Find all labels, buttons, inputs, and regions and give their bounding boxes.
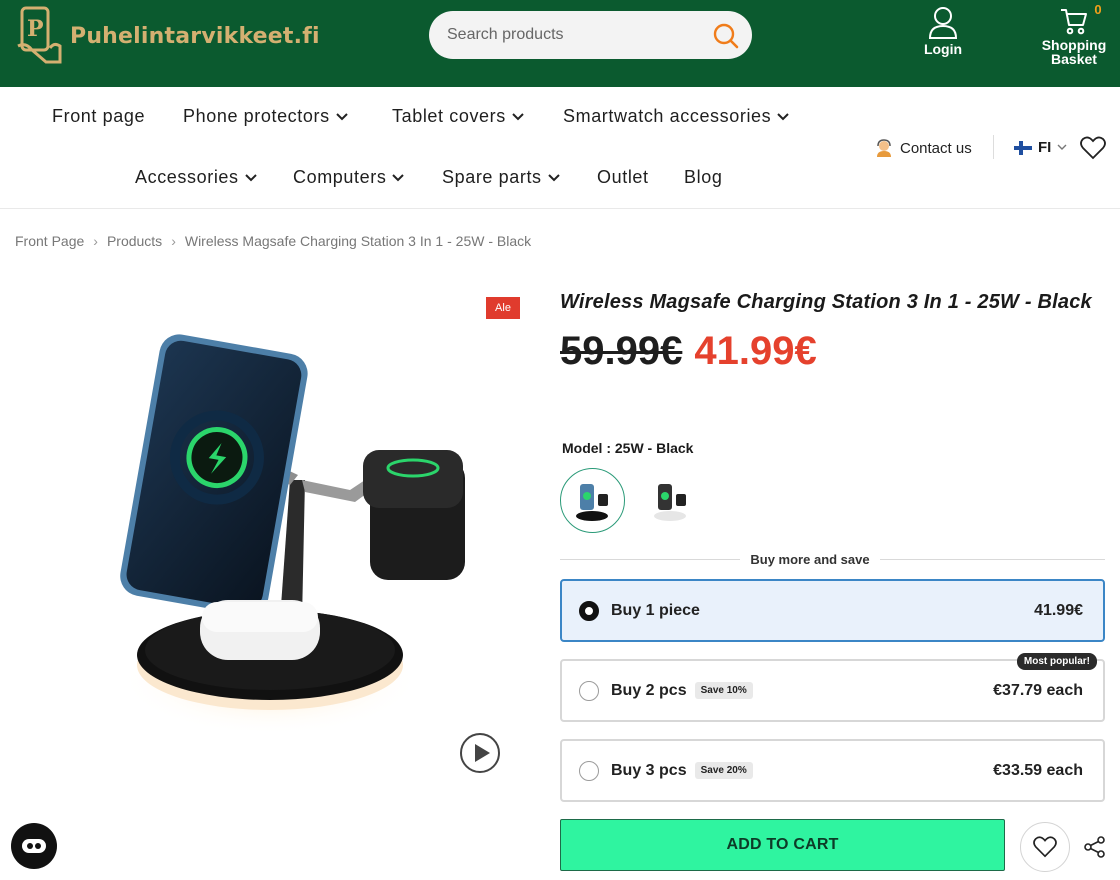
bundle-price: 41.99€ xyxy=(1034,601,1083,619)
login-button[interactable]: Login xyxy=(918,6,968,56)
nav-front-page[interactable]: Front page xyxy=(52,106,145,127)
breadcrumb: Front Page › Products › Wireless Magsafe… xyxy=(15,233,531,249)
radio-button[interactable] xyxy=(579,760,599,781)
nav-label: Smartwatch accessories xyxy=(563,106,772,126)
chevron-down-icon xyxy=(244,173,257,181)
site-logo[interactable]: P Puhelintarvikkeet.fi xyxy=(16,6,320,66)
add-to-cart-button[interactable]: ADD TO CART xyxy=(560,819,1005,871)
basket-label-line2: Basket xyxy=(1051,51,1097,67)
contact-label: Contact us xyxy=(900,139,972,157)
discount-tag: Save 20% xyxy=(694,762,753,779)
model-label: Model : 25W - Black xyxy=(562,440,694,456)
product-thumbnail-white xyxy=(653,483,686,521)
breadcrumb-current: Wireless Magsafe Charging Station 3 In 1… xyxy=(184,233,532,249)
heart-icon[interactable] xyxy=(1080,136,1106,160)
chevron-right-icon: › xyxy=(171,233,176,249)
most-popular-badge: Most popular! xyxy=(1016,653,1097,670)
nav-phone-protectors[interactable]: Phone protectors xyxy=(183,106,348,127)
heart-icon xyxy=(1033,836,1057,858)
chevron-down-icon xyxy=(392,173,405,181)
product-title: Wireless Magsafe Charging Station 3 In 1… xyxy=(560,291,1092,313)
divider xyxy=(993,135,994,159)
buy-more-title: Buy more and save xyxy=(740,552,880,567)
nav-label: Computers xyxy=(293,167,387,187)
buy-more-title-wrap: Buy more and save xyxy=(0,551,1120,569)
chevron-down-icon xyxy=(1057,144,1067,150)
add-to-wishlist-button[interactable] xyxy=(1020,822,1070,872)
nav-smartwatch-accessories[interactable]: Smartwatch accessories xyxy=(563,106,789,127)
search-icon[interactable] xyxy=(712,22,740,50)
sale-badge: Ale xyxy=(486,297,520,319)
share-icon[interactable] xyxy=(1084,836,1106,858)
chat-widget-button[interactable] xyxy=(11,823,57,869)
chevron-right-icon: › xyxy=(93,233,98,249)
cart-icon xyxy=(1061,9,1087,35)
chevron-down-icon xyxy=(547,173,560,181)
nav-label: Spare parts xyxy=(442,167,542,187)
radio-button[interactable] xyxy=(579,600,599,621)
bundle-label: Buy 3 pcs xyxy=(611,761,687,779)
nav-spare-parts[interactable]: Spare parts xyxy=(442,167,560,188)
radio-button[interactable] xyxy=(579,680,599,701)
nav-accessories[interactable]: Accessories xyxy=(135,167,257,188)
login-label: Login xyxy=(923,41,963,57)
nav-computers[interactable]: Computers xyxy=(293,167,405,188)
nav-label: Front page xyxy=(52,106,146,126)
nav-label: Phone protectors xyxy=(183,106,330,126)
shopping-basket-button[interactable]: Shopping Basket 0 xyxy=(1040,0,1108,67)
sale-price: 41.99€ xyxy=(694,329,817,373)
product-thumbnail-black xyxy=(575,483,608,521)
breadcrumb-item[interactable]: Products xyxy=(107,233,162,249)
product-image[interactable] xyxy=(80,320,500,740)
discount-tag: Save 10% xyxy=(694,682,753,699)
nav-outlet[interactable]: Outlet xyxy=(597,167,649,188)
nav-label: Tablet covers xyxy=(392,106,506,126)
main-navigation: Front page Phone protectors Tablet cover… xyxy=(0,87,1120,209)
bundle-label: Buy 1 piece xyxy=(611,601,700,619)
language-label: FI xyxy=(1038,139,1052,156)
bundle-price: €33.59 each xyxy=(993,761,1083,779)
old-price: 59.99€ xyxy=(560,329,683,373)
nav-tablet-covers[interactable]: Tablet covers xyxy=(392,106,524,127)
chat-icon xyxy=(22,839,46,853)
chevron-down-icon xyxy=(512,112,524,120)
search-input[interactable] xyxy=(447,26,697,44)
language-selector[interactable]: FI xyxy=(1014,139,1067,156)
basket-label-line1: Shopping xyxy=(1041,37,1107,53)
site-header: P Puhelintarvikkeet.fi Login Shopping Ba… xyxy=(0,0,1120,87)
phone-logo-icon: P xyxy=(17,6,62,64)
bundle-option-1[interactable]: Buy 1 piece 41.99€ xyxy=(560,579,1105,642)
chevron-down-icon xyxy=(335,112,348,120)
search-bar xyxy=(429,11,752,59)
svg-text:P: P xyxy=(27,16,44,42)
model-swatch-black[interactable] xyxy=(560,468,625,533)
price-block: 59.99€ 41.99€ xyxy=(560,329,817,374)
nav-blog[interactable]: Blog xyxy=(684,167,722,188)
play-video-icon[interactable] xyxy=(459,732,501,774)
support-agent-icon xyxy=(877,139,891,157)
contact-us-link[interactable]: Contact us xyxy=(874,138,972,158)
bundle-option-2[interactable]: Buy 2 pcs Save 10% €37.79 each Most popu… xyxy=(560,653,1105,722)
breadcrumb-item[interactable]: Front Page xyxy=(15,233,84,249)
bundle-price: €37.79 each xyxy=(993,681,1083,699)
bundle-option-3[interactable]: Buy 3 pcs Save 20% €33.59 each xyxy=(560,739,1105,802)
nav-label: Accessories xyxy=(135,167,239,187)
model-swatch-white[interactable] xyxy=(638,468,703,533)
user-icon xyxy=(928,7,958,39)
finland-flag-icon xyxy=(1014,140,1032,155)
bundle-label: Buy 2 pcs xyxy=(611,681,687,699)
basket-count-badge: 0 xyxy=(1088,0,1108,20)
nav-label: Blog xyxy=(684,167,723,187)
nav-label: Outlet xyxy=(597,167,649,187)
chevron-down-icon xyxy=(777,112,789,120)
logo-text: Puhelintarvikkeet.fi xyxy=(70,23,320,49)
